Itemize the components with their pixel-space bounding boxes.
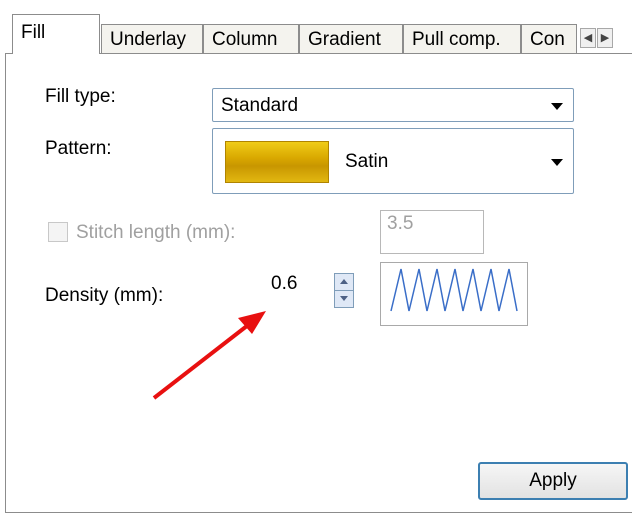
annotation-arrow-icon [152,311,266,400]
